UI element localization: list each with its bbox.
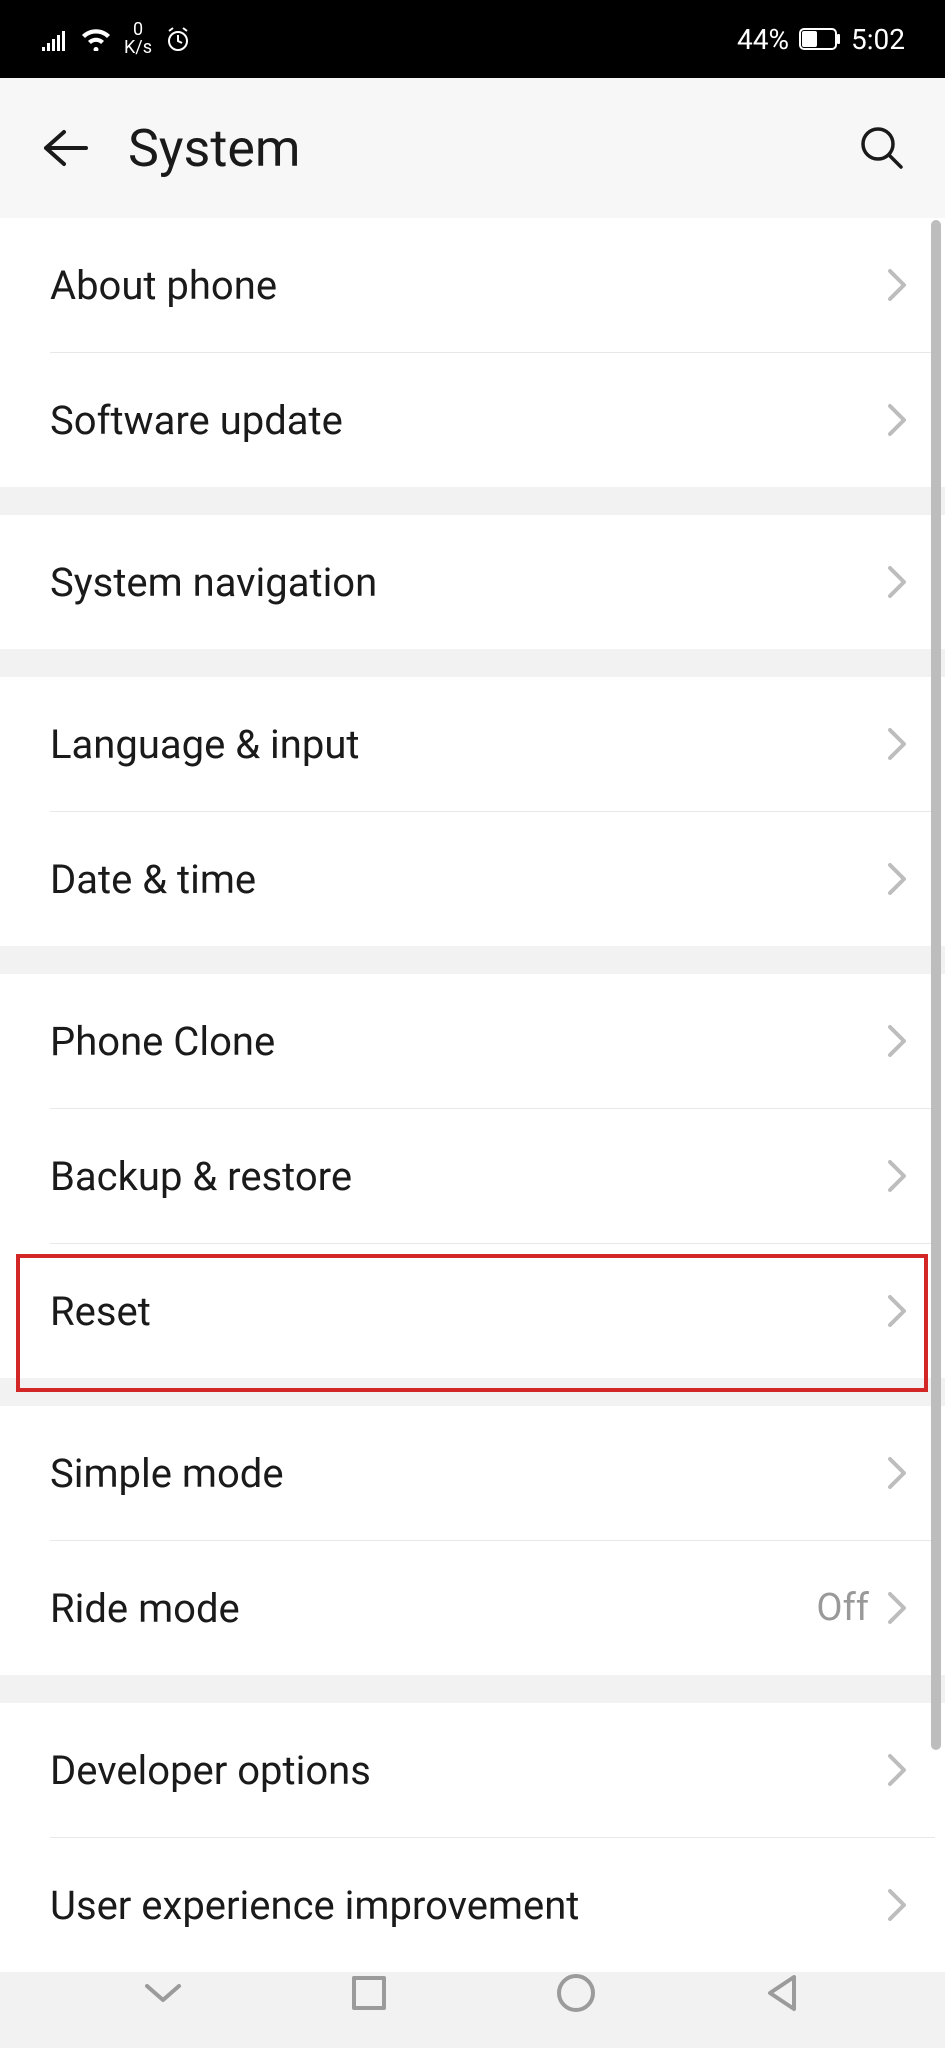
item-label: System navigation xyxy=(50,559,887,606)
settings-group: Language & input Date & time xyxy=(0,677,945,946)
back-nav-button[interactable] xyxy=(757,1968,807,2018)
item-label: Ride mode xyxy=(50,1585,816,1632)
item-label: About phone xyxy=(50,262,887,309)
simple-mode-item[interactable]: Simple mode xyxy=(0,1406,945,1540)
battery-percent: 44% xyxy=(737,23,789,56)
page-title: System xyxy=(128,118,301,179)
chevron-right-icon xyxy=(887,565,907,599)
status-bar: 0 K/s 44% 5:02 xyxy=(0,0,945,78)
settings-group: Developer options User experience improv… xyxy=(0,1703,945,1972)
signal-icon xyxy=(40,27,68,51)
chevron-right-icon xyxy=(887,727,907,761)
battery-icon xyxy=(799,28,841,50)
status-right: 44% 5:02 xyxy=(737,23,905,56)
chevron-right-icon xyxy=(887,268,907,302)
speed-unit: K/s xyxy=(124,39,152,57)
hide-keyboard-button[interactable] xyxy=(138,1968,188,2018)
back-button[interactable] xyxy=(38,122,90,174)
settings-group: Simple mode Ride mode Off xyxy=(0,1406,945,1675)
status-left: 0 K/s xyxy=(40,21,192,57)
chevron-right-icon xyxy=(887,1294,907,1328)
item-label: Simple mode xyxy=(50,1450,887,1497)
chevron-right-icon xyxy=(887,1024,907,1058)
chevron-right-icon xyxy=(887,1159,907,1193)
settings-list: About phone Software update System navig… xyxy=(0,218,945,1972)
software-update-item[interactable]: Software update xyxy=(0,353,945,487)
item-value: Off xyxy=(816,1586,869,1630)
system-navigation-item[interactable]: System navigation xyxy=(0,515,945,649)
wifi-icon xyxy=(80,27,112,51)
reset-item[interactable]: Reset xyxy=(0,1244,945,1378)
clock-time: 5:02 xyxy=(851,23,905,56)
search-button[interactable] xyxy=(857,123,907,173)
item-label: Phone Clone xyxy=(50,1018,887,1065)
chevron-right-icon xyxy=(887,403,907,437)
item-label: Reset xyxy=(50,1288,887,1335)
scroll-indicator[interactable] xyxy=(931,220,941,1750)
chevron-right-icon xyxy=(887,1591,907,1625)
recents-button[interactable] xyxy=(344,1968,394,2018)
item-label: User experience improvement xyxy=(50,1882,887,1929)
chevron-right-icon xyxy=(887,862,907,896)
language-input-item[interactable]: Language & input xyxy=(0,677,945,811)
developer-options-item[interactable]: Developer options xyxy=(0,1703,945,1837)
chevron-right-icon xyxy=(887,1753,907,1787)
app-header: System xyxy=(0,78,945,218)
ride-mode-item[interactable]: Ride mode Off xyxy=(0,1541,945,1675)
item-label: Developer options xyxy=(50,1747,887,1794)
chevron-right-icon xyxy=(887,1888,907,1922)
settings-group: About phone Software update xyxy=(0,218,945,487)
item-label: Language & input xyxy=(50,721,887,768)
settings-group: System navigation xyxy=(0,515,945,649)
alarm-icon xyxy=(164,25,192,53)
about-phone-item[interactable]: About phone xyxy=(0,218,945,352)
navigation-bar xyxy=(0,1938,945,2048)
item-label: Backup & restore xyxy=(50,1153,887,1200)
item-label: Date & time xyxy=(50,856,887,903)
network-speed: 0 K/s xyxy=(124,21,152,57)
backup-restore-item[interactable]: Backup & restore xyxy=(0,1109,945,1243)
item-label: Software update xyxy=(50,397,887,444)
date-time-item[interactable]: Date & time xyxy=(0,812,945,946)
home-button[interactable] xyxy=(551,1968,601,2018)
chevron-right-icon xyxy=(887,1456,907,1490)
settings-group: Phone Clone Backup & restore Reset xyxy=(0,974,945,1378)
phone-clone-item[interactable]: Phone Clone xyxy=(0,974,945,1108)
